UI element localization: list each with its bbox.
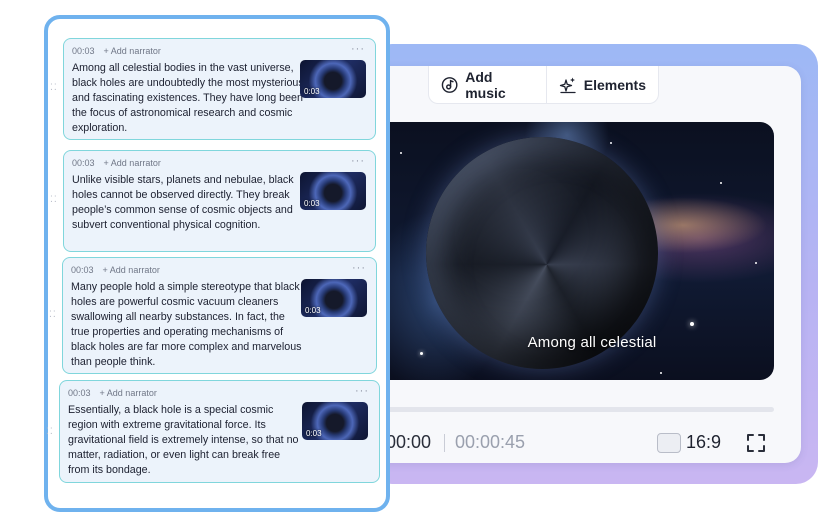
card-thumbnail[interactable]: 0:03	[300, 172, 366, 210]
drag-handle-icon[interactable]: ⁚⁚	[50, 83, 57, 92]
add-narrator-label: Add narrator	[110, 158, 161, 168]
video-caption: Among all celestial	[527, 334, 657, 351]
more-dots-icon[interactable]: ···	[351, 43, 365, 55]
card-time: 00:03	[68, 388, 91, 398]
elements-label: Elements	[583, 76, 646, 93]
star	[660, 372, 662, 374]
card-thumbnail[interactable]: 0:03	[301, 279, 367, 317]
script-card[interactable]: ⁚⁚ 00:03 + Add narrator ··· Among all ce…	[50, 38, 376, 140]
script-card[interactable]: ⁚⁚ 00:03 + Add narrator ··· Essentially,…	[46, 380, 380, 483]
video-preview[interactable]: Among all celestial	[360, 122, 774, 380]
add-music-label: Add music	[465, 68, 506, 101]
add-narrator-button[interactable]: + Add narrator	[103, 265, 160, 275]
add-narrator-label: Add narrator	[106, 388, 157, 398]
card-header: 00:03 + Add narrator	[68, 388, 157, 398]
sparkle-icon	[559, 77, 576, 93]
elements-button[interactable]: Elements	[545, 66, 658, 103]
time-divider	[444, 434, 445, 452]
card-time: 00:03	[71, 265, 94, 275]
thumbnail-duration: 0:03	[305, 306, 321, 315]
add-narrator-label: Add narrator	[110, 46, 161, 56]
add-narrator-button[interactable]: + Add narrator	[100, 388, 157, 398]
add-narrator-button[interactable]: + Add narrator	[104, 46, 161, 56]
star	[755, 262, 757, 264]
card-header: 00:03 + Add narrator	[71, 265, 160, 275]
drag-handle-icon[interactable]: ⁚⁚	[50, 195, 57, 204]
thumbnail-duration: 0:03	[306, 429, 322, 438]
card-script-text[interactable]: Among all celestial bodies in the vast u…	[72, 61, 304, 136]
drag-handle-icon[interactable]: ⁚⁚	[46, 427, 53, 436]
script-panel: ⁚⁚ 00:03 + Add narrator ··· Among all ce…	[44, 15, 390, 512]
more-dots-icon[interactable]: ···	[352, 262, 366, 274]
card-time: 00:03	[72, 158, 95, 168]
card-script-text[interactable]: Essentially, a black hole is a special c…	[68, 403, 300, 478]
music-note-icon	[441, 76, 458, 93]
total-time: 00:00:45	[455, 432, 526, 452]
star	[610, 142, 612, 144]
card-header: 00:03 + Add narrator	[72, 46, 161, 56]
add-music-button[interactable]: Add music	[429, 66, 546, 103]
card-header: 00:03 + Add narrator	[72, 158, 161, 168]
aspect-ratio-toggle[interactable]	[657, 433, 681, 453]
aspect-ratio-label: 16:9	[686, 432, 722, 452]
drag-handle-icon[interactable]: ⁚⁚	[49, 310, 56, 319]
thumbnail-duration: 0:03	[304, 87, 320, 96]
fullscreen-icon[interactable]	[746, 433, 766, 453]
video-editor: Add music Elements Among all celestial 0…	[360, 66, 801, 463]
more-dots-icon[interactable]: ···	[351, 155, 365, 167]
script-card[interactable]: ⁚⁚ 00:03 + Add narrator ··· Many people …	[49, 257, 377, 374]
star	[690, 322, 694, 326]
card-thumbnail[interactable]: 0:03	[300, 60, 366, 98]
stage: Add music Elements Among all celestial 0…	[0, 0, 825, 519]
card-time: 00:03	[72, 46, 95, 56]
star	[720, 182, 722, 184]
editor-toolbar: Add music Elements	[428, 66, 659, 104]
thumbnail-duration: 0:03	[304, 199, 320, 208]
script-card[interactable]: ⁚⁚ 00:03 + Add narrator ··· Unlike visib…	[50, 150, 376, 252]
current-time: 00:00	[386, 432, 432, 452]
card-script-text[interactable]: Many people hold a simple stereotype tha…	[71, 280, 303, 370]
star	[420, 352, 423, 355]
add-narrator-button[interactable]: + Add narrator	[104, 158, 161, 168]
star	[400, 152, 402, 154]
timeline-track[interactable]	[360, 407, 774, 412]
card-thumbnail[interactable]: 0:03	[302, 402, 368, 440]
more-dots-icon[interactable]: ···	[355, 385, 369, 397]
card-script-text[interactable]: Unlike visible stars, planets and nebula…	[72, 173, 304, 233]
add-narrator-label: Add narrator	[109, 265, 160, 275]
